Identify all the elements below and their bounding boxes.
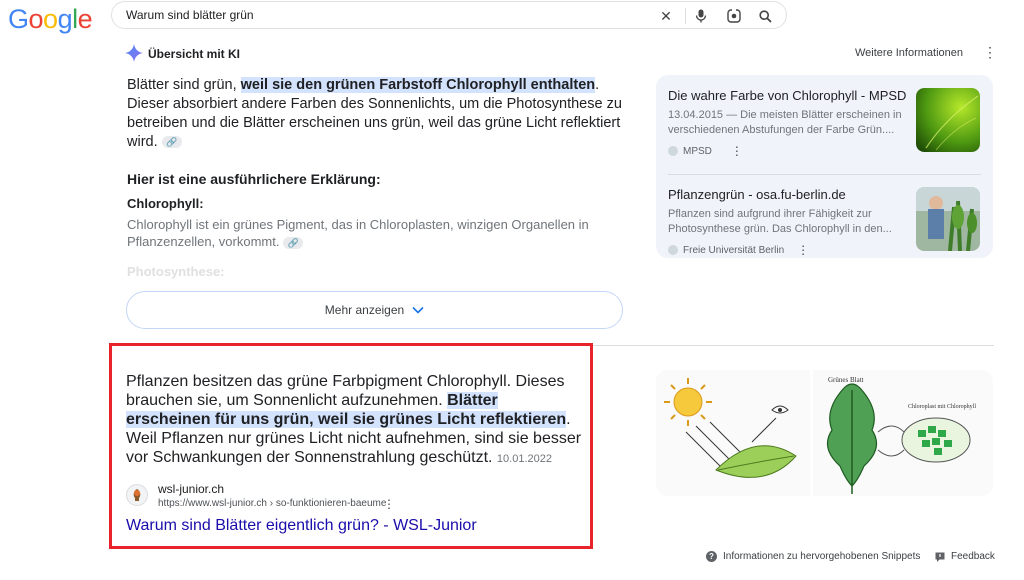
show-more-button[interactable]: Mehr anzeigen [126, 291, 623, 329]
search-icon[interactable] [756, 7, 774, 25]
source-favicon-icon [668, 146, 678, 156]
image-label: Chloroplast mit Chlorophyll [908, 404, 976, 410]
more-options-icon[interactable]: ⋮ [797, 243, 809, 257]
more-options-icon[interactable]: ⋮ [983, 44, 997, 61]
source-favicon-icon [668, 245, 678, 255]
ai-overview-title: Übersicht mit KI [148, 47, 241, 61]
feedback-label: Feedback [951, 551, 995, 562]
more-info-link[interactable]: Weitere Informationen [855, 47, 963, 59]
close-icon[interactable]: ✕ [657, 7, 675, 25]
logo-letter: g [57, 4, 73, 34]
logo-letter: e [77, 4, 93, 34]
more-options-icon[interactable]: ⋮ [731, 144, 743, 158]
search-bar[interactable]: Warum sind blätter grün ✕ [111, 1, 787, 29]
ai-answer-highlight: weil sie den grünen Farbstoff Chlorophyl… [240, 77, 596, 93]
link-icon[interactable]: 🔗 [283, 236, 304, 249]
ai-answer-text: Blätter sind grün, [127, 77, 241, 93]
logo-letter: G [8, 4, 29, 34]
divider [668, 174, 981, 175]
link-icon[interactable]: 🔗 [161, 136, 182, 149]
photosynthese-heading: Photosynthese: [127, 264, 225, 279]
feedback-icon [935, 552, 945, 562]
plants-thumbnail[interactable] [916, 187, 980, 251]
snippet-images[interactable]: Grünes Blatt Chloroplast mit Chlorophyll [656, 370, 993, 496]
show-more-label: Mehr anzeigen [324, 303, 405, 317]
snippet-info-label: Informationen zu hervorgehobenen Snippet… [723, 551, 921, 562]
divider [685, 8, 686, 24]
google-logo[interactable]: Google [8, 4, 93, 35]
logo-letter: o [43, 4, 58, 34]
feedback-link[interactable]: Feedback [935, 551, 995, 562]
ai-sparkle-icon [125, 44, 143, 62]
ai-subheading: Hier ist eine ausführlichere Erklärung: [127, 171, 381, 187]
image-label: Grünes Blatt [828, 376, 864, 384]
help-icon: ? [706, 551, 717, 562]
ai-answer-paragraph: Blätter sind grün, weil sie den grünen F… [127, 76, 627, 152]
lens-icon[interactable] [725, 7, 743, 25]
chevron-down-icon [412, 306, 424, 314]
chlorophyll-text: Chlorophyll ist ein grünes Pigment, das … [127, 216, 627, 250]
search-input[interactable]: Warum sind blätter grün [126, 8, 254, 22]
highlight-annotation-box [109, 343, 593, 549]
ai-sources-panel: Die wahre Farbe von Chlorophyll - MPSD 1… [656, 75, 993, 258]
chlorophyll-thumbnail[interactable] [916, 88, 980, 152]
mic-icon[interactable] [692, 7, 710, 25]
chlorophyll-heading: Chlorophyll: [127, 196, 204, 211]
source-name: MPSD [683, 145, 712, 157]
snippet-info-link[interactable]: ? Informationen zu hervorgehobenen Snipp… [706, 551, 940, 562]
leaf-illustration[interactable]: Grünes Blatt Chloroplast mit Chlorophyll [656, 370, 993, 496]
source-snippet: Pflanzen sind aufgrund ihrer Fähigkeit z… [668, 208, 892, 235]
source-name: Freie Universität Berlin [683, 244, 785, 256]
source-snippet: 13.04.2015 — Die meisten Blätter erschei… [668, 109, 902, 136]
chlorophyll-body: Chlorophyll ist ein grünes Pigment, das … [127, 217, 589, 249]
logo-letter: o [28, 4, 44, 34]
